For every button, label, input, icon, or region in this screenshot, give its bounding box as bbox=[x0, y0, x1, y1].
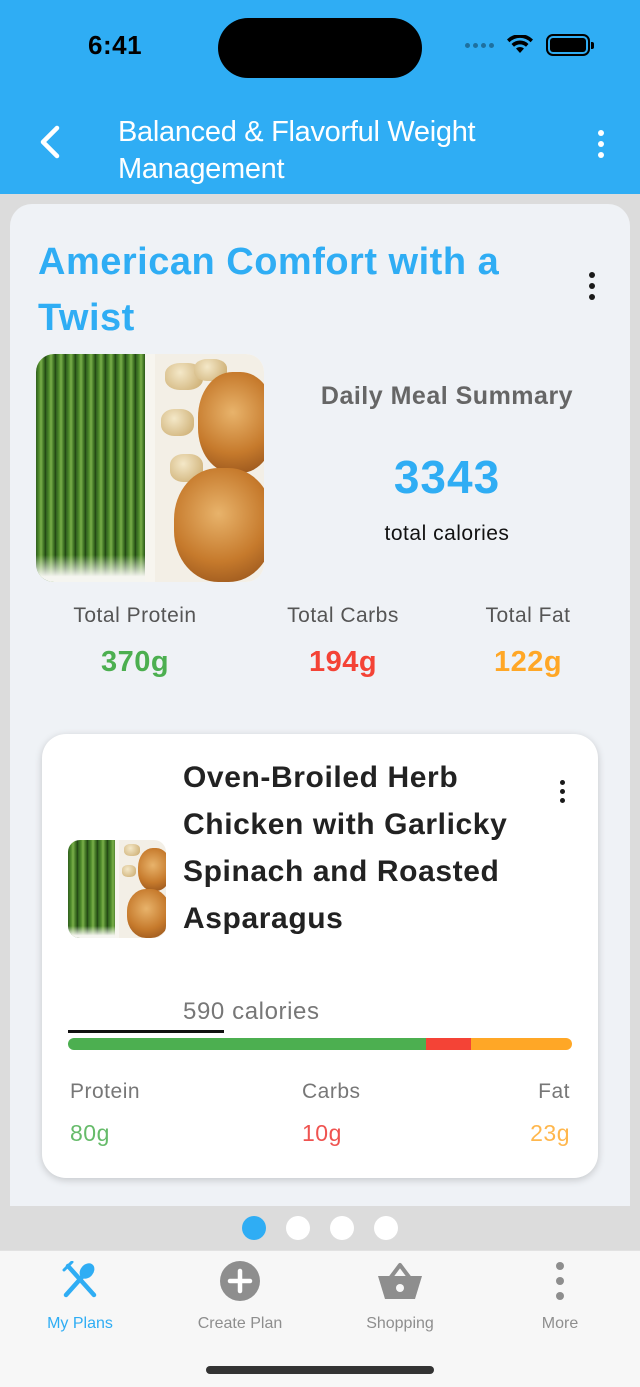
meal-protein: Protein 80g bbox=[70, 1080, 140, 1147]
plan-card: American Comfort with a Twist Daily Meal… bbox=[10, 204, 630, 1206]
plan-options-button[interactable] bbox=[580, 268, 604, 304]
cellular-signal-icon bbox=[465, 42, 494, 48]
meal-options-button[interactable] bbox=[552, 776, 572, 806]
total-carbs: Total Carbs 194g bbox=[250, 604, 436, 679]
meal-fat: Fat 23g bbox=[530, 1080, 570, 1147]
tab-my-plans-label: My Plans bbox=[47, 1315, 113, 1332]
status-time: 6:41 bbox=[88, 30, 143, 60]
plan-content[interactable]: American Comfort with a Twist Daily Meal… bbox=[0, 194, 640, 1206]
meal-protein-value: 80g bbox=[70, 1120, 110, 1146]
total-protein-value: 370g bbox=[100, 646, 170, 678]
page-dot[interactable] bbox=[242, 1216, 266, 1240]
page-dot[interactable] bbox=[286, 1216, 310, 1240]
summary-label: Daily Meal Summary bbox=[320, 382, 574, 410]
meal-carbs: Carbs 10g bbox=[302, 1080, 361, 1147]
meal-fat-value: 23g bbox=[530, 1120, 570, 1146]
total-calories-label: total calories bbox=[384, 522, 510, 545]
plan-photo bbox=[36, 354, 264, 582]
tab-my-plans[interactable]: My Plans bbox=[0, 1259, 160, 1339]
more-vertical-icon bbox=[598, 130, 604, 136]
meal-protein-label: Protein bbox=[70, 1080, 141, 1103]
plus-circle-icon bbox=[220, 1261, 260, 1301]
utensils-icon bbox=[62, 1261, 97, 1298]
tab-shopping[interactable]: Shopping bbox=[320, 1259, 480, 1339]
meal-photo bbox=[68, 840, 166, 938]
more-vertical-icon bbox=[559, 779, 565, 785]
page-dot[interactable] bbox=[330, 1216, 354, 1240]
basket-icon bbox=[378, 1263, 422, 1299]
meal-card[interactable]: Oven-Broiled Herb Chicken with Garlicky … bbox=[42, 734, 598, 1178]
macro-bar-carbs bbox=[425, 1038, 472, 1050]
tab-create-plan-label: Create Plan bbox=[197, 1315, 283, 1332]
meal-carbs-value: 10g bbox=[302, 1120, 342, 1146]
tab-shopping-label: Shopping bbox=[366, 1315, 434, 1332]
total-fat: Total Fat 122g bbox=[452, 604, 604, 679]
back-button[interactable] bbox=[30, 118, 70, 166]
meal-calories: 590 calories bbox=[183, 998, 320, 1025]
tab-more-label: More bbox=[541, 1315, 579, 1332]
more-vertical-icon bbox=[556, 1262, 564, 1300]
total-protein: Total Protein 370g bbox=[40, 604, 230, 679]
page-title: Balanced & Flavorful Weight Management bbox=[118, 116, 476, 185]
total-protein-label: Total Protein bbox=[73, 604, 197, 627]
total-fat-label: Total Fat bbox=[485, 604, 571, 627]
more-vertical-icon bbox=[589, 272, 595, 278]
macro-bar-indicator bbox=[68, 1030, 224, 1033]
total-carbs-value: 194g bbox=[308, 646, 378, 678]
meal-carbs-label: Carbs bbox=[302, 1080, 361, 1103]
app-header: 6:41 Balanced & Flavorful Weight Managem… bbox=[0, 0, 640, 194]
page-indicator[interactable] bbox=[0, 1206, 640, 1250]
meal-title: Oven-Broiled Herb Chicken with Garlicky … bbox=[183, 761, 508, 935]
header-more-button[interactable] bbox=[586, 124, 616, 164]
dynamic-island bbox=[218, 18, 422, 78]
page-dot[interactable] bbox=[374, 1216, 398, 1240]
meal-fat-label: Fat bbox=[538, 1080, 570, 1103]
total-carbs-label: Total Carbs bbox=[287, 604, 399, 627]
status-indicators bbox=[465, 34, 594, 56]
battery-icon bbox=[546, 34, 594, 56]
tab-create-plan[interactable]: Create Plan bbox=[160, 1259, 320, 1339]
macro-bar-fat bbox=[471, 1038, 572, 1050]
total-calories: 3343 bbox=[393, 451, 501, 503]
macro-bar-protein bbox=[68, 1038, 426, 1050]
home-indicator bbox=[206, 1366, 434, 1374]
plan-title: American Comfort with a Twist bbox=[38, 241, 500, 339]
macro-distribution-bar bbox=[68, 1038, 572, 1050]
tab-more[interactable]: More bbox=[480, 1259, 640, 1339]
wifi-icon bbox=[507, 35, 533, 53]
total-fat-value: 122g bbox=[493, 646, 563, 678]
chevron-left-icon bbox=[40, 125, 60, 159]
